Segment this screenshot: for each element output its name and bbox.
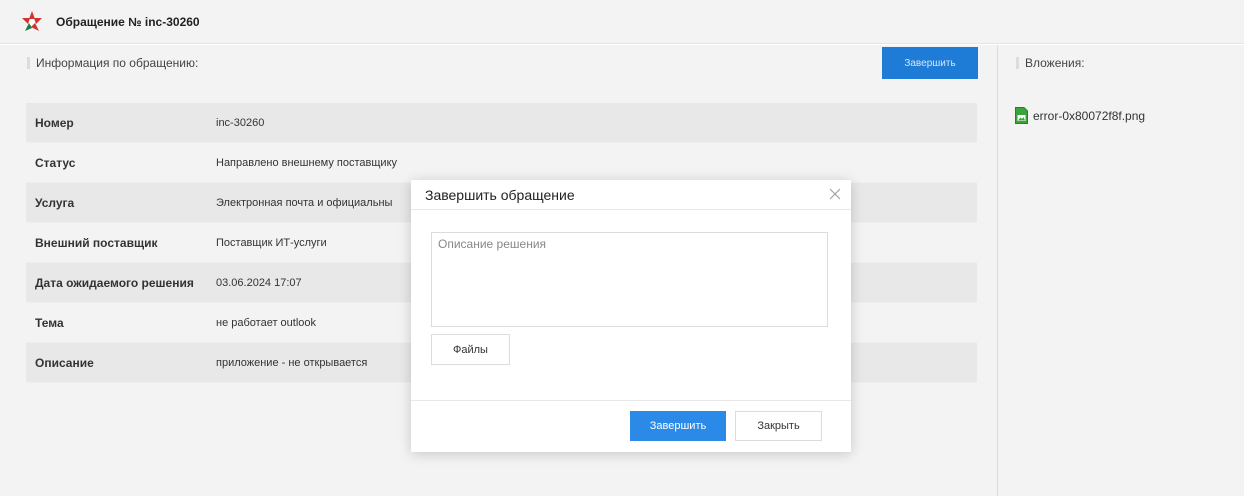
row-label: Внешний поставщик [35,235,158,250]
complete-request-dialog: Завершить обращение Файлы Завершить Закр… [411,180,851,452]
dialog-header: Завершить обращение [411,180,851,210]
attachment-filename: error-0x80072f8f.png [1033,108,1146,123]
row-value: 03.06.2024 17:07 [216,276,302,289]
close-icon[interactable] [829,188,841,200]
dialog-complete-button[interactable]: Завершить [630,411,726,441]
image-file-icon [1015,107,1028,124]
row-value: inc-30260 [216,116,265,129]
row-value: приложение - не открывается [216,356,368,369]
table-row: Статус Направлено внешнему поставщику [26,143,977,183]
row-label: Тема [35,315,64,330]
row-value: Поставщик ИТ-услуги [216,236,327,249]
dialog-divider [411,400,851,401]
row-label: Услуга [35,195,75,210]
info-section-title: Информация по обращению: [36,56,199,70]
row-value: не работает outlook [216,316,317,329]
row-label: Номер [35,115,74,130]
attachments-title: Вложения: [1025,56,1085,70]
row-label: Описание [35,355,94,370]
row-value: Электронная почта и официальны [216,196,393,209]
dialog-title: Завершить обращение [425,187,575,203]
row-value: Направлено внешнему поставщику [216,156,398,169]
dialog-close-button[interactable]: Закрыть [735,411,822,441]
row-label: Дата ожидаемого решения [35,275,194,290]
table-row: Номер inc-30260 [26,103,977,143]
section-marker [1016,57,1019,69]
complete-request-button[interactable]: Завершить [882,47,978,79]
row-label: Статус [35,155,76,170]
attach-files-button[interactable]: Файлы [431,334,510,365]
attachment-item[interactable]: error-0x80072f8f.png [1015,107,1145,124]
solution-description-input[interactable] [431,232,828,327]
attachments-section-label: Вложения: [1016,56,1085,70]
info-section-label: Информация по обращению: [27,56,198,70]
app-header: Обращение № inc-30260 [0,0,1244,44]
page-title: Обращение № inc-30260 [56,14,200,29]
section-marker [27,57,30,69]
logo-icon [22,10,42,31]
